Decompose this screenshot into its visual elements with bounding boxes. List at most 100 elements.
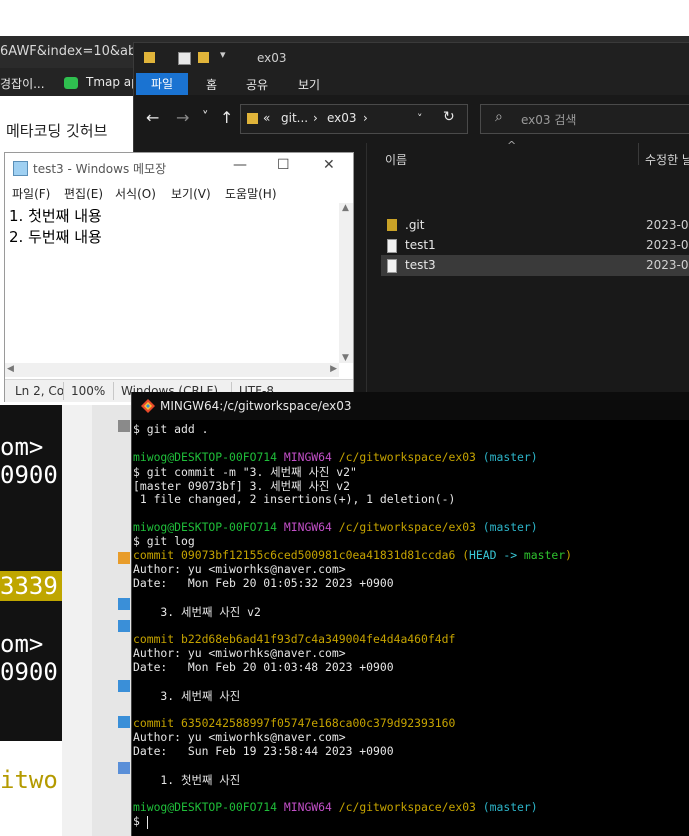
horizontal-scrollbar[interactable]: ◀ ▶ (5, 363, 339, 377)
commit-message: 1. 첫번째 사진 (133, 773, 241, 787)
file-row[interactable]: test1 2023-02 (381, 235, 689, 256)
music-icon[interactable] (118, 716, 130, 728)
menu-file[interactable]: 파일(F) (12, 185, 50, 202)
terminal-window: MINGW64:/c/gitworkspace/ex03 $ git add .… (131, 392, 689, 836)
refresh-button[interactable]: ↻ (443, 109, 455, 125)
bookmark-item[interactable]: Tmap ap (86, 75, 139, 89)
commit-date: Date: Mon Feb 20 01:05:32 2023 +0900 (133, 576, 394, 590)
prompt-path: /c/gitworkspace/ex03 (338, 520, 476, 534)
chevron-down-icon[interactable]: ˅ (417, 112, 423, 125)
file-date: 2023-02 (646, 238, 689, 252)
chevron-down-icon[interactable]: ▾ (220, 48, 231, 61)
close-button[interactable]: ✕ (323, 157, 335, 173)
commit-hash: commit b22d68eb6ad41f93d7c4a349004fe4d4a… (133, 632, 456, 646)
folder-icon (387, 219, 397, 231)
breadcrumb-separator[interactable]: › (363, 111, 368, 125)
commit-hash-line: commit 09073bf12155c6ced500981c0ea41831d… (133, 548, 572, 562)
commit-date: Date: Mon Feb 20 01:03:48 2023 +0900 (133, 660, 394, 674)
commit-message: 3. 세번째 사진 v2 (133, 605, 261, 619)
tab-share[interactable]: 공유 (246, 76, 268, 93)
tab-view[interactable]: 보기 (298, 76, 320, 93)
menu-help[interactable]: 도움말(H) (225, 185, 277, 202)
prompt-symbol: $ (133, 814, 140, 828)
head-branch: master (523, 548, 566, 562)
terminal-prompt: miwog@DESKTOP-00FO714 MINGW64 /c/gitwork… (133, 520, 538, 534)
network-icon[interactable] (118, 762, 130, 774)
recent-locations-button[interactable]: ˅ (202, 110, 209, 125)
scroll-down-icon[interactable]: ▼ (342, 353, 349, 363)
sort-chevron-icon: ^ (507, 139, 517, 152)
prompt-user: miwog@DESKTOP-00FO714 (133, 520, 278, 534)
page-text: itwo (0, 766, 58, 794)
terminal-title: MINGW64:/c/gitworkspace/ex03 (160, 399, 352, 413)
status-divider (113, 382, 114, 400)
terminal-input-line[interactable]: $ (133, 814, 147, 828)
commit-hash: commit 09073bf12155c6ced500981c0ea41831d… (133, 548, 456, 562)
terminal-prompt: miwog@DESKTOP-00FO714 MINGW64 /c/gitwork… (133, 800, 538, 814)
cube-icon[interactable] (118, 598, 130, 610)
prompt-path: /c/gitworkspace/ex03 (338, 800, 476, 814)
git-bash-icon (141, 399, 155, 413)
maximize-button[interactable]: ☐ (277, 157, 290, 173)
breadcrumb-item[interactable]: ex03 (327, 111, 357, 125)
file-row[interactable]: .git 2023-02 (381, 215, 689, 236)
commit-author: Author: yu <miworhks@naver.com> (133, 730, 346, 744)
column-header-date[interactable]: 수정한 날 (645, 151, 689, 168)
prompt-user: miwog@DESKTOP-00FO714 (133, 800, 278, 814)
prompt-branch: (master) (482, 520, 538, 534)
file-name: test3 (405, 258, 436, 272)
file-list: 이름 ^ 수정한 날 .git 2023-02 test1 2023-02 te… (367, 139, 689, 393)
breadcrumb-overflow[interactable]: « (263, 111, 270, 125)
forward-button[interactable]: → (176, 108, 189, 127)
search-input[interactable]: ex03 검색 (521, 111, 576, 128)
file-row-selected[interactable]: test3 2023-02 (381, 255, 689, 276)
tool-icon[interactable] (118, 420, 130, 432)
terminal-output[interactable]: $ git add . miwog@DESKTOP-00FO714 MINGW6… (132, 420, 689, 836)
column-header-name[interactable]: 이름 (385, 151, 407, 168)
breadcrumb-separator[interactable]: › (313, 111, 318, 125)
folder-icon[interactable] (118, 552, 130, 564)
search-box[interactable]: ⌕ ex03 검색 (480, 104, 689, 134)
folder-icon (247, 113, 258, 124)
arrow-icon[interactable] (118, 620, 130, 632)
properties-icon[interactable] (178, 52, 191, 65)
notepad-window: test3 - Windows 메모장 — ☐ ✕ 파일(F) 편집(E) 서식… (4, 152, 354, 402)
prompt-path: /c/gitworkspace/ex03 (338, 450, 476, 464)
scroll-left-icon[interactable]: ◀ (7, 364, 14, 374)
status-divider (63, 382, 64, 400)
scroll-up-icon[interactable]: ▲ (342, 203, 349, 213)
notepad-icon (13, 161, 28, 176)
breadcrumb-item[interactable]: git... (281, 111, 308, 125)
file-name: test1 (405, 238, 436, 252)
terminal-title-bar: MINGW64:/c/gitworkspace/ex03 (132, 392, 689, 420)
text-cursor (147, 816, 148, 829)
scroll-right-icon[interactable]: ▶ (330, 364, 337, 374)
address-bar[interactable]: « git... › ex03 › ˅ ↻ (240, 104, 468, 134)
menu-view[interactable]: 보기(V) (171, 185, 211, 202)
tmap-icon (64, 77, 78, 89)
menu-format[interactable]: 서식(O) (115, 185, 156, 202)
explorer-title-bar: ▾ ex03 (134, 43, 689, 73)
code-line: 0900 (0, 461, 58, 489)
prompt-env: MINGW64 (283, 520, 332, 534)
window-icon[interactable] (118, 680, 130, 692)
menu-edit[interactable]: 편집(E) (64, 185, 103, 202)
notepad-title-bar: test3 - Windows 메모장 — ☐ ✕ (5, 153, 353, 183)
text-file-icon (387, 239, 397, 253)
vertical-scrollbar[interactable]: ▲ ▼ (339, 203, 353, 363)
back-button[interactable]: ← (146, 108, 159, 127)
zoom-level: 100% (71, 384, 106, 398)
browser-url-text[interactable]: 6AWF&index=10&ab (0, 44, 136, 59)
column-divider[interactable] (638, 143, 639, 165)
new-folder-icon[interactable] (198, 52, 209, 63)
bookmark-item[interactable]: 경잡이... (0, 75, 45, 92)
minimize-button[interactable]: — (233, 157, 247, 173)
file-date: 2023-02 (646, 218, 689, 232)
tab-file[interactable]: 파일 (136, 73, 188, 95)
commit-hash: commit 6350242588997f05747e168ca00c379d9… (133, 716, 456, 730)
prompt-env: MINGW64 (283, 800, 332, 814)
notepad-text-area[interactable]: 1. 첫번째 내용 2. 두번째 내용 (5, 203, 339, 363)
up-button[interactable]: ↑ (220, 108, 233, 127)
tab-home[interactable]: 홈 (206, 76, 217, 93)
terminal-prompt: miwog@DESKTOP-00FO714 MINGW64 /c/gitwork… (133, 450, 538, 464)
